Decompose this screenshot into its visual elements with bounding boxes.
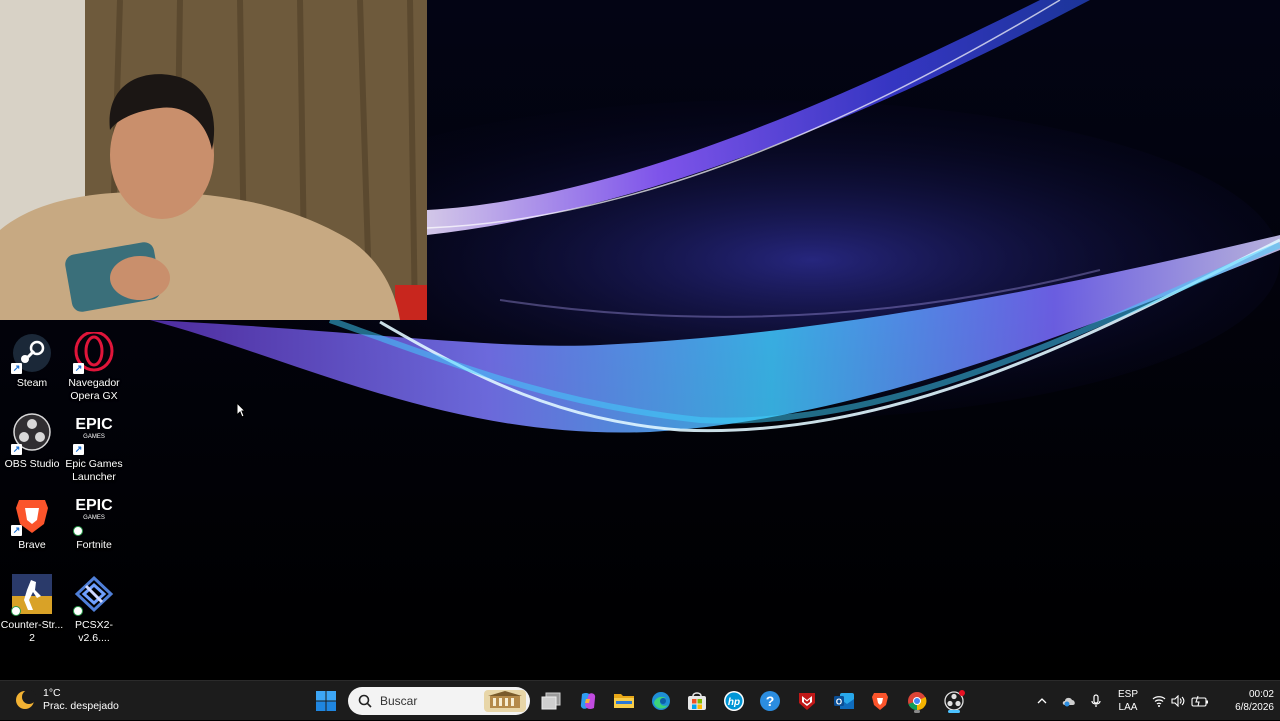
battery-tray-button[interactable] — [1190, 681, 1210, 721]
file-explorer-button[interactable] — [610, 687, 638, 715]
weather-moon-icon — [16, 690, 36, 709]
steam-icon: ↗ — [11, 332, 53, 374]
running-indicator — [914, 710, 920, 713]
brave-icon — [872, 693, 888, 710]
hp-app-button[interactable]: hp — [720, 687, 748, 715]
chevron-up-icon — [1037, 698, 1047, 704]
desktop-shortcut-obs-studio[interactable]: ↗ OBS Studio — [0, 413, 64, 471]
epic-logo-text: EPIC — [75, 497, 113, 514]
epic-games-icon: EPIC GAMES ↗ — [73, 413, 115, 455]
outlook-button[interactable]: O — [830, 687, 858, 715]
desktop-icon-label: Fortnite — [76, 539, 112, 551]
edge-icon — [652, 692, 670, 710]
fortnite-epic-icon: EPIC GAMES — [73, 494, 115, 536]
wifi-icon — [1152, 696, 1166, 707]
pcsx2-icon — [73, 574, 115, 616]
shortcut-arrow-icon: ↗ — [11, 525, 22, 536]
shortcut-arrow-icon: ↗ — [11, 444, 22, 455]
clock-time: 00:02 — [1248, 689, 1274, 700]
brave-taskbar-button[interactable] — [866, 687, 894, 715]
onedrive-tray-button[interactable] — [1060, 681, 1078, 721]
shortcut-arrow-icon: ↗ — [73, 444, 84, 455]
help-icon: ? — [760, 691, 780, 711]
desktop-shortcut-pcsx2[interactable]: PCSX2-v2.6.... — [62, 574, 126, 645]
mcafee-icon — [799, 693, 815, 710]
sync-status-icon — [11, 606, 21, 616]
network-tray-button[interactable] — [1151, 681, 1167, 721]
desktop-icon-label: Navegador Opera GX — [68, 377, 120, 402]
weather-temperature: 1°C — [43, 687, 61, 699]
volume-tray-button[interactable] — [1170, 681, 1186, 721]
keyboard-layout-code: LAA — [1118, 701, 1138, 713]
search-icon — [358, 694, 372, 708]
desktop-shortcut-steam[interactable]: ↗ Steam — [0, 332, 64, 390]
search-highlight-icon — [484, 690, 526, 712]
file-explorer-icon — [614, 694, 634, 708]
epic-logo-subtext: GAMES — [83, 434, 105, 440]
get-help-button[interactable]: ? — [756, 687, 784, 715]
shortcut-arrow-icon: ↗ — [73, 363, 84, 374]
desktop-shortcut-brave[interactable]: ↗ Brave — [0, 494, 64, 552]
microsoft-store-icon — [688, 692, 706, 710]
webcam-overlay — [0, 0, 427, 320]
taskbar: 1°C Prac. despejado Buscar hp ? O ESP LA… — [0, 680, 1280, 720]
microphone-tray-button[interactable] — [1088, 681, 1104, 721]
active-window-indicator — [948, 710, 960, 713]
svg-text:hp: hp — [728, 697, 740, 708]
copilot-button[interactable] — [574, 687, 602, 715]
input-language-indicator[interactable]: ESP LAA — [1117, 689, 1139, 714]
desktop-icon-label: Brave — [18, 539, 46, 551]
show-hidden-icons-button[interactable] — [1034, 681, 1050, 721]
battery-charging-icon — [1191, 695, 1208, 707]
webcam-image — [0, 0, 427, 320]
language-code: ESP — [1117, 689, 1138, 700]
obs-taskbar-button[interactable] — [940, 687, 968, 715]
desktop-shortcut-epic-games-launcher[interactable]: EPIC GAMES ↗ Epic Games Launcher — [62, 413, 126, 484]
cloud-sync-icon — [1062, 697, 1075, 707]
chrome-button[interactable] — [903, 687, 931, 715]
task-view-icon — [541, 692, 561, 710]
mcafee-button[interactable] — [793, 687, 821, 715]
microphone-icon — [1091, 694, 1101, 707]
desktop-shortcut-fortnite[interactable]: EPIC GAMES Fortnite — [62, 494, 126, 552]
task-view-button[interactable] — [537, 687, 565, 715]
desktop-shortcut-counter-strike-2[interactable]: Counter-Str... 2 — [0, 574, 64, 645]
obs-icon — [944, 690, 965, 711]
edge-button[interactable] — [647, 687, 675, 715]
clock-date: 6/8/2026 — [1235, 701, 1274, 713]
opera-gx-icon: ↗ — [73, 330, 115, 374]
desktop-icon-label: Counter-Str... 2 — [0, 619, 64, 644]
weather-widget[interactable]: 1°C Prac. despejado — [14, 687, 119, 713]
brave-icon: ↗ — [11, 494, 53, 536]
svg-text:?: ? — [766, 693, 775, 709]
sync-status-icon — [73, 606, 83, 616]
copilot-icon — [580, 693, 596, 709]
start-button[interactable] — [312, 687, 340, 715]
desktop-icon-label: Epic Games Launcher — [65, 458, 123, 483]
desktop-icon-label: Steam — [16, 377, 48, 389]
mouse-cursor-icon — [236, 402, 246, 418]
search-placeholder: Buscar — [380, 694, 418, 708]
svg-text:O: O — [836, 698, 842, 707]
taskbar-search-box[interactable]: Buscar — [348, 687, 530, 715]
obs-icon: ↗ — [11, 413, 53, 455]
counter-strike-icon — [11, 574, 53, 616]
desktop-icon-label: PCSX2-v2.6.... — [75, 619, 113, 644]
system-clock[interactable]: 00:02 6/8/2026 — [1222, 689, 1274, 714]
weather-condition: Prac. despejado — [43, 700, 119, 712]
chrome-icon — [908, 692, 927, 711]
hp-icon: hp — [724, 691, 744, 711]
shortcut-arrow-icon: ↗ — [11, 363, 22, 374]
desktop-shortcut-opera-gx[interactable]: ↗ Navegador Opera GX — [62, 330, 126, 403]
microsoft-store-button[interactable] — [683, 687, 711, 715]
sync-status-icon — [73, 526, 83, 536]
outlook-icon: O — [834, 693, 854, 709]
epic-logo-subtext: GAMES — [83, 515, 105, 521]
desktop-icon-label: OBS Studio — [4, 458, 60, 470]
speaker-icon — [1171, 695, 1185, 707]
epic-logo-text: EPIC — [75, 416, 113, 433]
windows-logo-icon — [316, 691, 336, 711]
